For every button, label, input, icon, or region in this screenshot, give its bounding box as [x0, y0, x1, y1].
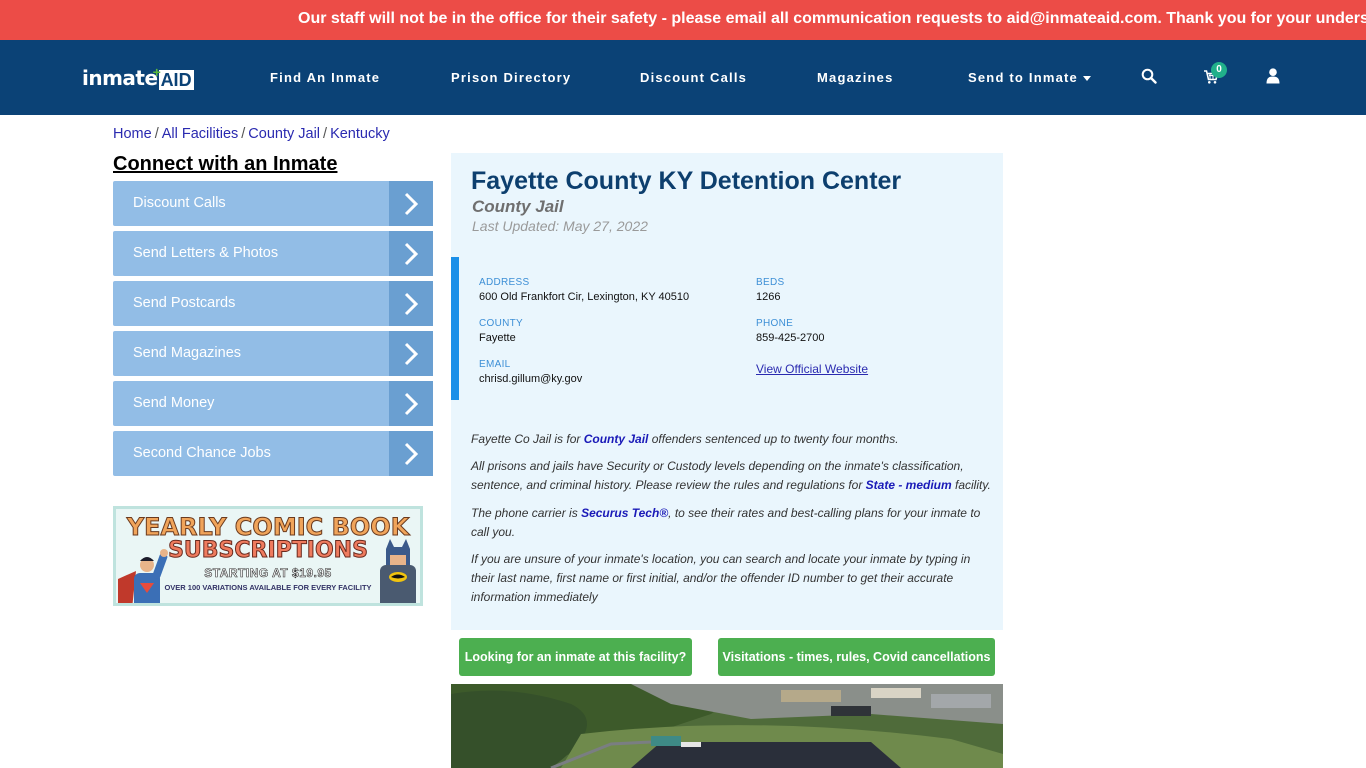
sidebar-btn-label: Discount Calls [133, 195, 226, 211]
sidebar-btn-label: Send Magazines [133, 345, 242, 361]
breadcrumb-home[interactable]: Home [113, 126, 152, 142]
beds-value: 1266 [756, 291, 781, 303]
county-label: COUNTY [479, 318, 524, 329]
facility-title: Fayette County KY Detention Center [471, 167, 902, 195]
facility-panel: Fayette County KY Detention Center Count… [451, 153, 1003, 630]
logo-plus-icon: + [152, 64, 161, 80]
sidebar-btn-second-chance-jobs[interactable]: Second Chance Jobs [113, 431, 433, 476]
county-jail-link[interactable]: County Jail [584, 432, 649, 446]
cart-count-badge: 0 [1211, 62, 1227, 78]
nav-send-to-inmate[interactable]: Send to Inmate [968, 70, 1091, 85]
facility-type: County Jail [472, 197, 564, 216]
address-label: ADDRESS [479, 277, 530, 288]
user-icon[interactable] [1266, 68, 1284, 86]
phone-carrier-link[interactable]: Securus Tech® [581, 506, 668, 520]
description-paragraph-2: All prisons and jails have Security or C… [471, 459, 991, 492]
chevron-right-icon [389, 181, 433, 226]
phone-label: PHONE [756, 318, 794, 329]
breadcrumb-separator: / [154, 126, 159, 142]
sidebar-btn-label: Send Money [133, 395, 215, 411]
nav-find-an-inmate[interactable]: Find An Inmate [270, 70, 380, 85]
logo-text-inmate: inmate [82, 66, 158, 90]
sidebar-btn-send-money[interactable]: Send Money [113, 381, 433, 426]
chevron-right-icon [389, 231, 433, 276]
sidebar-btn-send-letters-photos[interactable]: Send Letters & Photos [113, 231, 433, 276]
sidebar-btn-label: Send Letters & Photos [133, 245, 279, 261]
ad-tagline: OVER 100 VARIATIONS AVAILABLE FOR EVERY … [164, 583, 372, 592]
breadcrumb-all-facilities[interactable]: All Facilities [162, 126, 239, 142]
search-icon[interactable] [1141, 68, 1159, 86]
description-paragraph-1: Fayette Co Jail is for County Jail offen… [471, 432, 899, 446]
ad-price: STARTING AT $19.95 [204, 566, 332, 581]
nav-discount-calls[interactable]: Discount Calls [640, 70, 747, 85]
breadcrumb-separator: / [323, 126, 328, 142]
chevron-right-icon [389, 431, 433, 476]
chevron-right-icon [389, 331, 433, 376]
sidebar-btn-discount-calls[interactable]: Discount Calls [113, 181, 433, 226]
email-value: chrisd.gillum@ky.gov [479, 373, 583, 385]
sidebar-btn-send-magazines[interactable]: Send Magazines [113, 331, 433, 376]
address-value: 600 Old Frankfort Cir, Lexington, KY 405… [479, 291, 690, 303]
breadcrumb-county-jail[interactable]: County Jail [248, 126, 320, 142]
find-inmate-at-facility-button[interactable]: Looking for an inmate at this facility? [459, 638, 692, 676]
chevron-right-icon [389, 381, 433, 426]
site-logo[interactable]: inmate + AID [82, 64, 194, 90]
sidebar-btn-send-postcards[interactable]: Send Postcards [113, 281, 433, 326]
description-paragraph-3: The phone carrier is Securus Tech®, to s… [471, 506, 981, 539]
official-website-link[interactable]: View Official Website [756, 362, 868, 376]
connect-title: Connect with an Inmate [113, 153, 338, 175]
ad-headline: YEARLY COMIC BOOK [126, 513, 410, 542]
sidebar-btn-label: Second Chance Jobs [133, 445, 271, 461]
last-updated: Last Updated: May 27, 2022 [472, 218, 648, 234]
chevron-right-icon [389, 281, 433, 326]
facility-aerial-photo [451, 684, 1003, 768]
phone-value: 859-425-2700 [756, 332, 825, 344]
ad-subheadline: SUBSCRIPTIONS [168, 538, 369, 564]
breadcrumb-kentucky[interactable]: Kentucky [330, 126, 390, 142]
nav-magazines[interactable]: Magazines [817, 70, 894, 85]
email-label: EMAIL [479, 359, 511, 370]
main-navbar: inmate + AID Find An Inmate Prison Direct… [0, 40, 1366, 115]
breadcrumb-separator: / [241, 126, 246, 142]
beds-label: BEDS [756, 277, 785, 288]
logo-text-aid: + AID [152, 64, 194, 90]
county-value: Fayette [479, 332, 516, 344]
facility-info-box: ADDRESS 600 Old Frankfort Cir, Lexington… [451, 257, 1003, 400]
sidebar-btn-label: Send Postcards [133, 295, 236, 311]
alert-text: Our staff will not be in the office for … [298, 10, 1366, 27]
nav-prison-directory[interactable]: Prison Directory [451, 70, 571, 85]
description-paragraph-4: If you are unsure of your inmate's locat… [471, 552, 971, 604]
visitations-button[interactable]: Visitations - times, rules, Covid cancel… [718, 638, 995, 676]
comic-subscription-ad[interactable]: YEARLY COMIC BOOK SUBSCRIPTIONS STARTING… [113, 506, 423, 606]
security-level-link[interactable]: State - medium [866, 478, 952, 492]
breadcrumb: Home / All Facilities / County Jail / Kentucky [113, 126, 390, 142]
alert-banner: Our staff will not be in the office for … [0, 0, 1366, 40]
caret-down-icon [1082, 76, 1091, 82]
